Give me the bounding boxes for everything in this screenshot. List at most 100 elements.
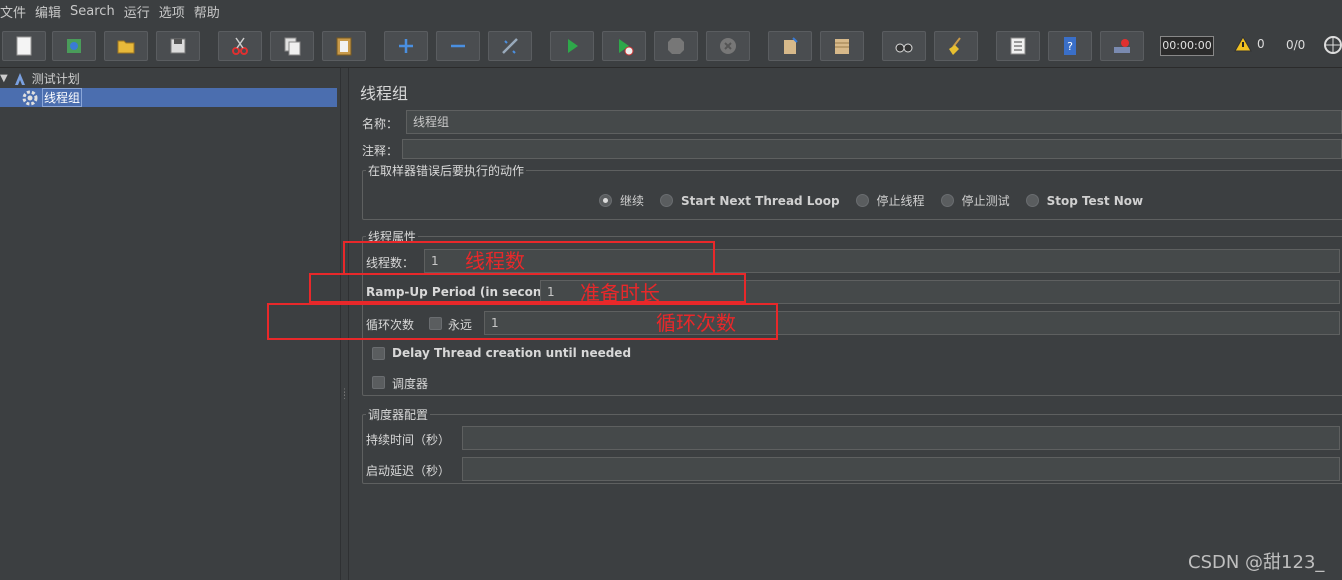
error-action-title: 在取样器错误后要执行的动作 <box>366 162 527 179</box>
tree-node-thread-group[interactable]: 线程组 <box>0 88 337 107</box>
test-plan-icon <box>14 72 25 85</box>
duration-field[interactable] <box>462 426 1340 450</box>
warning-icon <box>1234 36 1252 52</box>
splitter-grip[interactable]: ::: <box>343 387 346 402</box>
function-helper-button[interactable] <box>996 31 1040 61</box>
annotation-threads: 线程数 <box>465 249 525 273</box>
annotation-box-threads <box>343 241 715 275</box>
name-field[interactable]: 线程组 <box>406 110 1342 134</box>
menu-run[interactable]: 运行 <box>124 2 155 21</box>
annotation-rampup: 准备时长 <box>580 281 660 305</box>
help-button[interactable]: ? <box>1048 31 1092 61</box>
templates-icon <box>67 39 81 53</box>
comment-field[interactable] <box>402 139 1342 159</box>
radio-label: 继续 <box>620 194 645 208</box>
radio-indicator <box>855 194 869 207</box>
toolbar: ? 00:00:00 0 0/0 <box>0 22 1342 68</box>
save-icon <box>170 38 186 54</box>
stop-button[interactable] <box>654 31 698 61</box>
cut-button[interactable] <box>218 31 262 61</box>
radio-indicator <box>1025 194 1039 207</box>
plus-icon <box>399 39 413 53</box>
tree-node-test-plan[interactable]: ▼ 测试计划 <box>0 70 80 87</box>
expand-button[interactable] <box>384 31 428 61</box>
delay-thread-checkbox[interactable] <box>372 347 385 360</box>
shutdown-button[interactable] <box>706 31 750 61</box>
new-file-icon <box>16 36 32 56</box>
copy-icon <box>284 37 301 56</box>
scissors-icon <box>232 37 248 55</box>
tree-node-label: 测试计划 <box>31 72 80 86</box>
list-icon <box>1010 37 1026 55</box>
start-no-pauses-button[interactable] <box>602 31 646 61</box>
remote-icon <box>1114 39 1130 53</box>
startup-delay-label: 启动延迟（秒） <box>366 464 451 478</box>
scheduler-checkbox[interactable] <box>372 376 385 389</box>
watermark: CSDN @甜123_ <box>1188 552 1325 573</box>
menu-file[interactable]: 文件 <box>0 2 31 21</box>
play-no-timer-icon <box>619 39 634 56</box>
elapsed-timer: 00:00:00 <box>1160 36 1214 56</box>
search-button[interactable] <box>882 31 926 61</box>
radio-label: Start Next Thread Loop <box>681 193 840 208</box>
wand-icon <box>502 38 518 54</box>
help-icon: ? <box>1064 37 1076 55</box>
radio-stop-test-now[interactable]: Stop Test Now <box>1025 192 1144 209</box>
broom-gear-icon <box>784 37 798 54</box>
radio-stop-test[interactable]: 停止测试 <box>940 192 1010 209</box>
radio-stop-thread[interactable]: 停止线程 <box>855 192 925 209</box>
new-button[interactable] <box>2 31 46 61</box>
annotation-box-rampup <box>309 273 746 303</box>
reset-search-button[interactable] <box>934 31 978 61</box>
menu-help[interactable]: 帮助 <box>194 2 225 21</box>
play-icon <box>568 39 578 53</box>
start-button[interactable] <box>550 31 594 61</box>
save-button[interactable] <box>156 31 200 61</box>
collapse-arrow-icon[interactable]: ▼ <box>0 73 8 84</box>
binoculars-icon <box>895 43 913 53</box>
comment-label: 注释： <box>362 144 399 158</box>
duration-label: 持续时间（秒） <box>366 433 451 447</box>
folder-open-icon <box>117 40 135 54</box>
radio-label: Stop Test Now <box>1046 193 1144 208</box>
shutdown-icon <box>720 38 736 54</box>
globe-icon[interactable] <box>1323 35 1342 55</box>
radio-indicator <box>660 194 674 207</box>
paste-button[interactable] <box>322 31 366 61</box>
toggle-button[interactable] <box>488 31 532 61</box>
menu-bar: 文件 编辑 Search 运行 选项 帮助 <box>0 0 1342 22</box>
clear-all-button[interactable] <box>820 31 864 61</box>
radio-continue[interactable]: 继续 <box>599 192 644 209</box>
menu-search[interactable]: Search <box>70 4 120 19</box>
open-button[interactable] <box>104 31 148 61</box>
collapse-button[interactable] <box>436 31 480 61</box>
broom-icon <box>949 37 961 55</box>
minus-icon <box>451 44 465 48</box>
remote-button[interactable] <box>1100 31 1144 61</box>
scheduler-config-title: 调度器配置 <box>366 406 431 423</box>
scheduler-label: 调度器 <box>392 377 429 391</box>
menu-options[interactable]: 选项 <box>159 2 190 21</box>
name-label: 名称： <box>362 117 399 131</box>
radio-label: 停止线程 <box>876 194 925 208</box>
clipboard-icon <box>336 37 352 56</box>
startup-delay-field[interactable] <box>462 457 1340 481</box>
warnings-indicator[interactable]: 0 <box>1234 36 1265 52</box>
error-action-options: 继续 Start Next Thread Loop 停止线程 停止测试 Stop… <box>599 192 1159 209</box>
page-title: 线程组 <box>360 84 409 103</box>
radio-indicator <box>940 194 954 207</box>
radio-start-next-loop[interactable]: Start Next Thread Loop <box>660 192 840 209</box>
stop-icon <box>668 38 684 54</box>
active-threads: 0/0 <box>1286 38 1306 52</box>
radio-indicator <box>599 194 612 207</box>
svg-text:?: ? <box>1067 40 1073 53</box>
tree-node-label: 线程组 <box>42 88 83 107</box>
gear-icon <box>22 90 38 105</box>
warning-count: 0 <box>1257 37 1265 51</box>
delay-thread-label: Delay Thread creation until needed <box>392 346 632 360</box>
clear-button[interactable] <box>768 31 812 61</box>
broom-all-icon <box>835 39 849 54</box>
copy-button[interactable] <box>270 31 314 61</box>
templates-button[interactable] <box>52 31 96 61</box>
menu-edit[interactable]: 编辑 <box>35 2 66 21</box>
